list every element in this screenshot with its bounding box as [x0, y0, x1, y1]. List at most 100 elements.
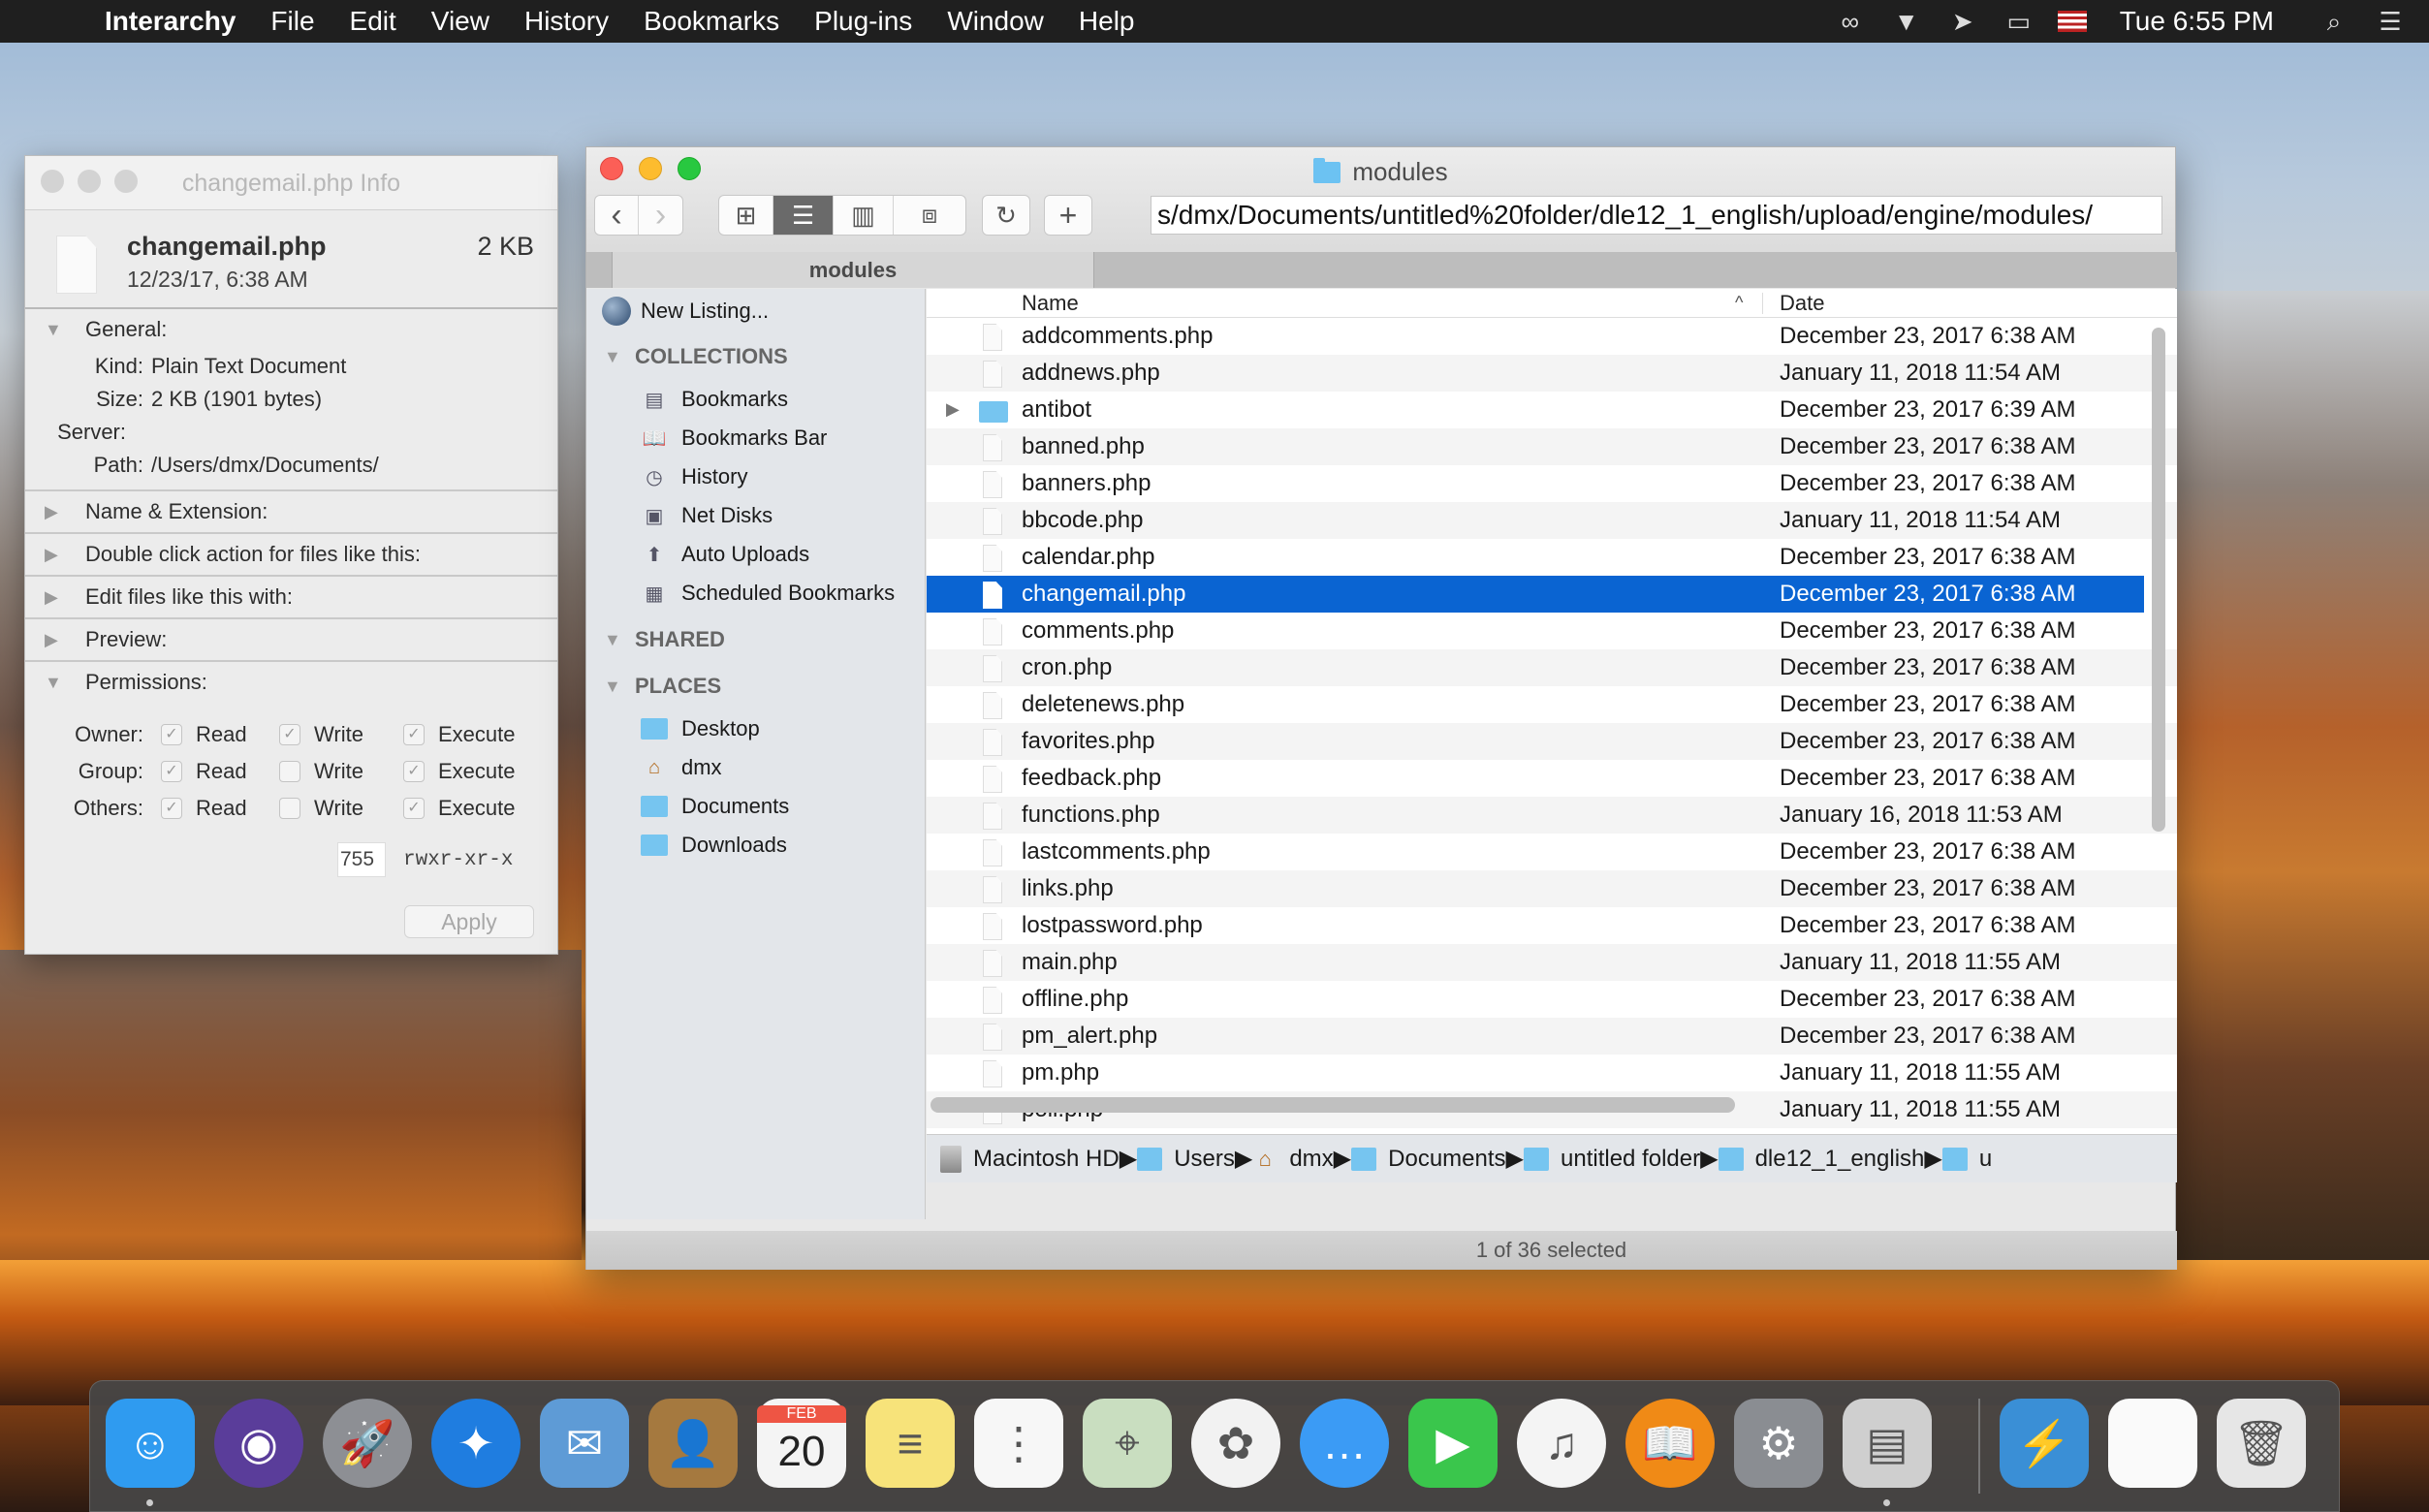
- write-checkbox[interactable]: [279, 761, 300, 782]
- file-row[interactable]: banners.php December 23, 2017 6:38 AM: [927, 465, 2177, 502]
- dock-notes-icon[interactable]: ≡: [866, 1399, 955, 1488]
- dock-document-icon[interactable]: [2108, 1399, 2197, 1488]
- date-column-header[interactable]: Date: [1780, 291, 1824, 316]
- refresh-button[interactable]: ↻: [982, 195, 1030, 236]
- file-row[interactable]: lostpassword.php December 23, 2017 6:38 A…: [927, 907, 2177, 944]
- grab-icon[interactable]: ➤: [1945, 7, 1980, 36]
- read-checkbox[interactable]: ✓: [161, 761, 182, 782]
- column-view-button[interactable]: ▥: [834, 196, 894, 235]
- menu-history[interactable]: History: [524, 6, 609, 37]
- coverflow-view-button[interactable]: ⧈: [894, 196, 965, 235]
- octal-permission-input[interactable]: 755: [337, 842, 386, 877]
- file-row[interactable]: feedback.php December 23, 2017 6:38 AM: [927, 760, 2177, 797]
- vertical-scrollbar[interactable]: [2152, 328, 2165, 832]
- path-segment-users[interactable]: Users: [1137, 1146, 1235, 1173]
- apply-button[interactable]: Apply: [404, 905, 534, 938]
- file-row[interactable]: calendar.php December 23, 2017 6:38 AM: [927, 539, 2177, 576]
- sidebar-section-shared[interactable]: ▼ SHARED: [586, 616, 925, 663]
- menu-bookmarks[interactable]: Bookmarks: [644, 6, 779, 37]
- name-column-header[interactable]: Name: [1022, 291, 1079, 316]
- icon-view-button[interactable]: ⊞: [719, 196, 773, 235]
- file-row[interactable]: favorites.php December 23, 2017 6:38 AM: [927, 723, 2177, 760]
- airdrop-display-icon[interactable]: ▼: [1889, 7, 1924, 36]
- column-divider[interactable]: [1762, 293, 1763, 314]
- dock-contacts-icon[interactable]: 👤: [648, 1399, 738, 1488]
- dock-finder-icon[interactable]: ☺: [106, 1399, 195, 1488]
- url-field[interactable]: s/dmx/Documents/untitled%20folder/dle12_…: [1151, 196, 2162, 235]
- file-row[interactable]: main.php January 11, 2018 11:55 AM: [927, 944, 2177, 981]
- edit-with-section[interactable]: ▶ Edit files like this with:: [25, 577, 557, 619]
- dock-mail-icon[interactable]: ✉: [540, 1399, 629, 1488]
- menu-plugins[interactable]: Plug-ins: [814, 6, 912, 37]
- list-view-button[interactable]: ☰: [773, 196, 834, 235]
- read-checkbox[interactable]: ✓: [161, 724, 182, 745]
- execute-checkbox[interactable]: ✓: [403, 761, 425, 782]
- menu-view[interactable]: View: [431, 6, 489, 37]
- forward-button[interactable]: ›: [639, 196, 682, 235]
- menu-help[interactable]: Help: [1079, 6, 1135, 37]
- file-row[interactable]: addnews.php January 11, 2018 11:54 AM: [927, 355, 2177, 392]
- dock-facetime-icon[interactable]: ▶: [1408, 1399, 1498, 1488]
- dock-photos-icon[interactable]: ✿: [1191, 1399, 1280, 1488]
- dock-interarchy-icon[interactable]: ▤: [1843, 1399, 1932, 1488]
- execute-checkbox[interactable]: ✓: [403, 798, 425, 819]
- file-row[interactable]: ▶ antibot December 23, 2017 6:39 AM: [927, 392, 2177, 428]
- info-titlebar[interactable]: changemail.php Info: [25, 156, 557, 210]
- file-row[interactable]: deletenews.php December 23, 2017 6:38 AM: [927, 686, 2177, 723]
- menu-file[interactable]: File: [270, 6, 314, 37]
- sidebar-item-bookmarks[interactable]: ▤ Bookmarks: [586, 380, 925, 419]
- add-button[interactable]: +: [1044, 195, 1092, 236]
- path-segment-documents[interactable]: Documents: [1351, 1146, 1506, 1173]
- menu-app-name[interactable]: Interarchy: [105, 6, 236, 37]
- sidebar-item-net-disks[interactable]: ▣ Net Disks: [586, 496, 925, 535]
- name-extension-section[interactable]: ▶ Name & Extension:: [25, 491, 557, 534]
- dock-system-preferences-icon[interactable]: ⚙: [1734, 1399, 1823, 1488]
- preview-section[interactable]: ▶ Preview:: [25, 619, 557, 662]
- dock-siri-icon[interactable]: ◉: [214, 1399, 303, 1488]
- dock-safari-icon[interactable]: ✦: [431, 1399, 520, 1488]
- screen-mirroring-icon[interactable]: ▭: [2002, 7, 2036, 36]
- path-segment-macintosh-hd[interactable]: Macintosh HD: [940, 1145, 1120, 1173]
- path-segment-untitled-folder[interactable]: untitled folder: [1524, 1146, 1700, 1173]
- sidebar-item-desktop[interactable]: Desktop: [586, 709, 925, 748]
- menu-clock[interactable]: Tue 6:55 PM: [2120, 6, 2274, 37]
- new-listing-item[interactable]: New Listing...: [586, 289, 925, 333]
- dock-trash-icon[interactable]: 🗑: [2217, 1399, 2306, 1488]
- file-row[interactable]: offline.php December 23, 2017 6:38 AM: [927, 981, 2177, 1018]
- dock-ibooks-icon[interactable]: 📖: [1625, 1399, 1715, 1488]
- path-segment-dle12_1_english[interactable]: dle12_1_english: [1718, 1146, 1924, 1173]
- file-row[interactable]: bbcode.php January 11, 2018 11:54 AM: [927, 502, 2177, 539]
- sidebar-section-collections[interactable]: ▼ COLLECTIONS: [586, 333, 925, 380]
- creative-cloud-icon[interactable]: ∞: [1833, 7, 1868, 36]
- tab-modules[interactable]: modules: [612, 252, 1094, 288]
- disclosure-closed-icon[interactable]: ▶: [946, 399, 960, 420]
- sidebar-item-scheduled-bookmarks[interactable]: ▦ Scheduled Bookmarks: [586, 574, 925, 613]
- file-row[interactable]: links.php December 23, 2017 6:38 AM: [927, 870, 2177, 907]
- dock-maps-icon[interactable]: ⌖: [1083, 1399, 1172, 1488]
- file-row[interactable]: lastcomments.php December 23, 2017 6:38 A…: [927, 834, 2177, 870]
- permissions-section-header[interactable]: ▼ Permissions:: [25, 662, 557, 703]
- file-row[interactable]: pm_alert.php December 23, 2017 6:38 AM: [927, 1018, 2177, 1055]
- general-section-header[interactable]: ▼ General:: [25, 309, 557, 350]
- path-segment-dmx[interactable]: ⌂ dmx: [1252, 1146, 1334, 1173]
- file-row[interactable]: pm.php January 11, 2018 11:55 AM: [927, 1055, 2177, 1091]
- sort-ascending-icon[interactable]: ^: [1735, 293, 1743, 313]
- sidebar-item-auto-uploads[interactable]: ⬆ Auto Uploads: [586, 535, 925, 574]
- sidebar-item-downloads[interactable]: Downloads: [586, 826, 925, 865]
- file-row[interactable]: changemail.php December 23, 2017 6:38 AM: [927, 576, 2144, 613]
- file-row[interactable]: addcomments.php December 23, 2017 6:38 AM: [927, 318, 2177, 355]
- execute-checkbox[interactable]: ✓: [403, 724, 425, 745]
- dock-calendar-app-icon[interactable]: FEB 20: [757, 1399, 846, 1488]
- menu-window[interactable]: Window: [947, 6, 1044, 37]
- spotlight-icon[interactable]: ⌕: [2317, 7, 2351, 36]
- sidebar-item-dmx[interactable]: ⌂ dmx: [586, 748, 925, 787]
- file-row[interactable]: banned.php December 23, 2017 6:38 AM: [927, 428, 2177, 465]
- horizontal-scrollbar[interactable]: [931, 1097, 1735, 1113]
- sidebar-item-documents[interactable]: Documents: [586, 787, 925, 826]
- sidebar-item-history[interactable]: ◷ History: [586, 457, 925, 496]
- dock-downloads-stack-icon[interactable]: ⚡: [2000, 1399, 2089, 1488]
- us-flag-input-icon[interactable]: [2057, 11, 2087, 32]
- file-row[interactable]: cron.php December 23, 2017 6:38 AM: [927, 649, 2177, 686]
- dock-launchpad-icon[interactable]: 🚀: [323, 1399, 412, 1488]
- sidebar-section-places[interactable]: ▼ PLACES: [586, 663, 925, 709]
